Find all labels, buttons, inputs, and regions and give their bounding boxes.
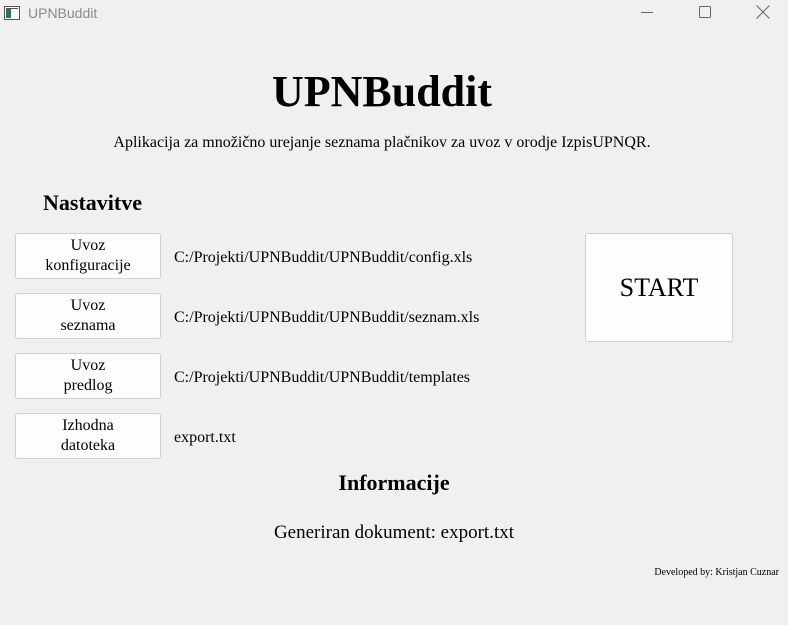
app-icon (4, 6, 20, 20)
settings-heading: Nastavitve (43, 190, 142, 215)
maximize-button[interactable] (682, 0, 728, 28)
generated-document-label: Generiran dokument: export.txt (273, 522, 515, 543)
minimize-button[interactable] (624, 0, 670, 28)
templates-path-label: C:/Projekti/UPNBuddit/UPNBuddit/template… (174, 369, 471, 386)
import-list-button[interactable]: Uvoz seznama (15, 293, 161, 339)
app-description: Aplikacija za množično urejanje seznama … (113, 134, 651, 151)
app-heading: UPNBuddit (271, 67, 493, 116)
close-icon (756, 4, 770, 24)
import-config-button[interactable]: Uvoz konfiguracije (15, 233, 161, 279)
info-heading: Informacije (338, 470, 450, 495)
close-button[interactable] (740, 0, 786, 28)
start-button[interactable]: START (585, 233, 733, 342)
output-file-button[interactable]: Izhodna datoteka (15, 413, 161, 459)
app-window: UPNBuddit UPNBuddit Aplikacija za množič… (0, 0, 788, 625)
minimize-icon (641, 5, 653, 23)
window-title: UPNBuddit (28, 5, 98, 21)
list-path-label: C:/Projekti/UPNBuddit/UPNBuddit/seznam.x… (174, 309, 480, 326)
maximize-icon (699, 5, 711, 23)
config-path-label: C:/Projekti/UPNBuddit/UPNBuddit/config.x… (174, 249, 473, 266)
title-bar[interactable]: UPNBuddit (0, 0, 788, 28)
developer-credit: Developed by: Kristjan Cuznar (654, 567, 779, 578)
output-path-label: export.txt (174, 429, 236, 446)
import-templates-button[interactable]: Uvoz predlog (15, 353, 161, 399)
